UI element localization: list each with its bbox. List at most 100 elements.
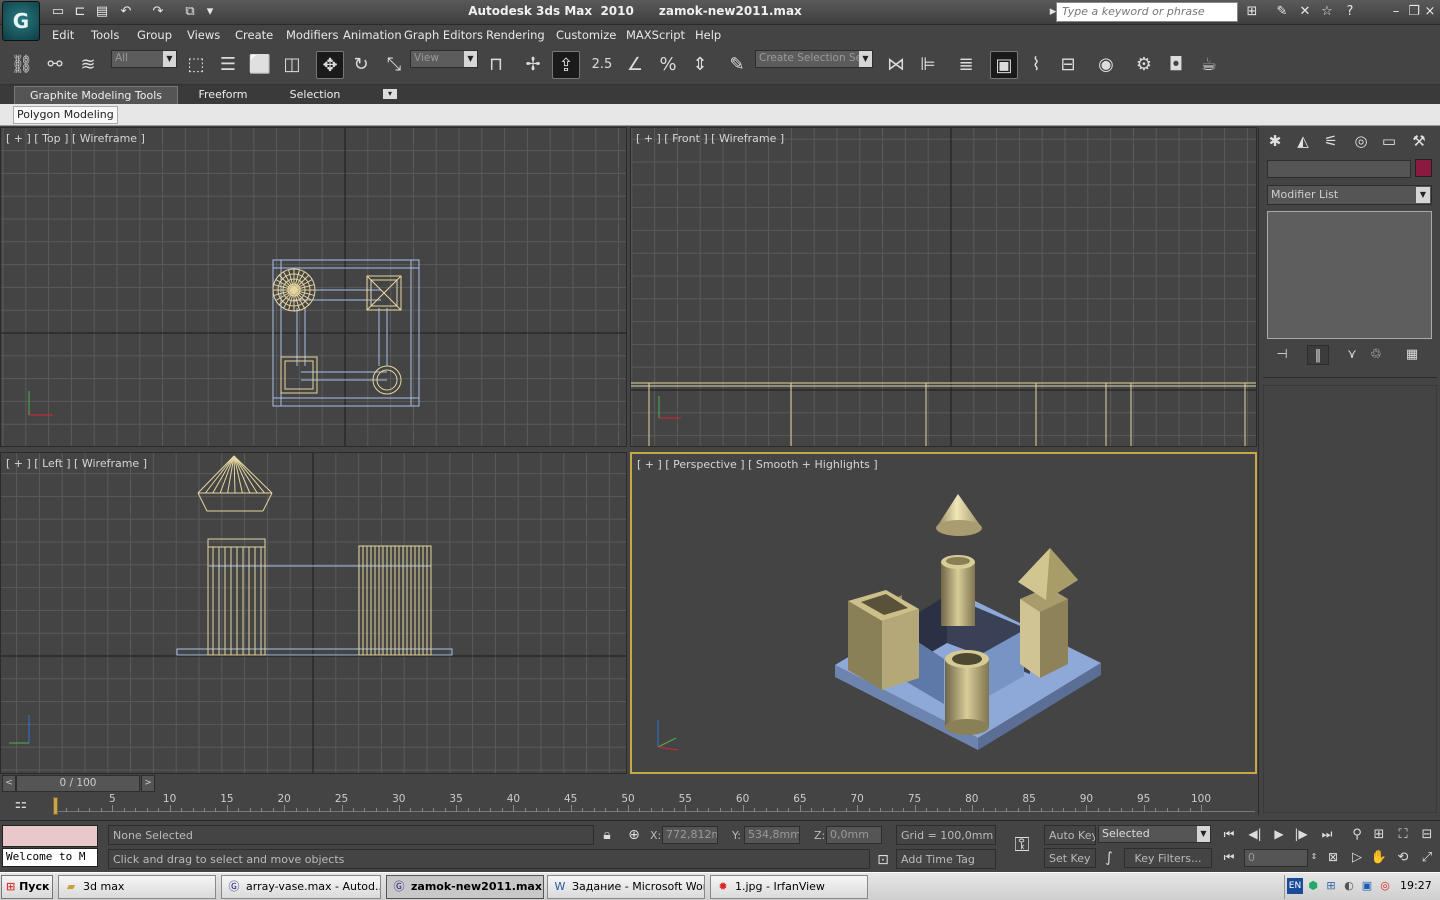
modifier-list-dropdown[interactable]: Modifier List ▼ [1267, 185, 1432, 205]
ribbon-options-icon[interactable]: ▾ [383, 89, 397, 99]
viewport-front[interactable]: [ + ] [ Front ] [ Wireframe ] [630, 127, 1257, 447]
menu-views[interactable]: Views [187, 28, 220, 42]
viewport-label-top[interactable]: [ + ] [ Top ] [ Wireframe ] [6, 132, 145, 145]
make-unique-icon[interactable]: ⋎ [1341, 345, 1363, 365]
zoom-extents-all-icon[interactable]: ⊟ [1416, 825, 1438, 845]
pin-stack-icon[interactable]: ⊣ [1271, 345, 1293, 365]
keyboard-shortcut-override-icon[interactable]: ⇪ [552, 51, 580, 79]
utilities-tab-icon[interactable]: ⚒ [1407, 130, 1431, 152]
snaps-toggle-icon[interactable]: 2.5 [588, 51, 616, 79]
tab-freeform[interactable]: Freeform [188, 86, 258, 104]
search-input[interactable]: Type a keyword or phrase [1056, 2, 1238, 22]
key-mode-toggle-icon[interactable]: ⏮ [1218, 848, 1240, 866]
motion-tab-icon[interactable]: ◎ [1349, 130, 1373, 152]
binoculars-icon[interactable]: ⊞ [1242, 3, 1262, 21]
pan-view-icon[interactable]: ✋ [1368, 848, 1390, 868]
graphite-ribbon-toggle-icon[interactable]: ▣ [990, 51, 1018, 79]
task-microsoft-word[interactable]: W Задание - Microsoft Word [547, 875, 705, 899]
zoom-all-icon[interactable]: ⊞ [1368, 825, 1390, 845]
viewport-label-left[interactable]: [ + ] [ Left ] [ Wireframe ] [6, 457, 147, 470]
x-coordinate-field[interactable]: 772,812mm [662, 826, 718, 844]
menu-graph-editors[interactable]: Graph Editors [404, 28, 483, 42]
task-zamok-new2011[interactable]: Ⓖzamok-new2011.max... [386, 875, 544, 899]
next-frame-icon[interactable]: > [141, 775, 155, 792]
schematic-view-icon[interactable]: ⊟ [1054, 51, 1082, 79]
modify-tab-icon[interactable]: ◭ [1291, 130, 1315, 152]
redo-icon[interactable]: ↷ [148, 3, 168, 21]
create-tab-icon[interactable]: ✱ [1263, 130, 1287, 152]
select-and-manipulate-icon[interactable]: ✢ [519, 51, 547, 79]
orbit-icon[interactable]: ⟲ [1392, 848, 1414, 868]
maxscript-listener-output[interactable]: Welcome to M [2, 848, 98, 867]
viewport-left[interactable]: [ + ] [ Left ] [ Wireframe ] [0, 452, 627, 774]
favorites-star-icon[interactable]: ☆ [1317, 3, 1337, 21]
reference-coordinate-dropdown[interactable]: View ▼ [410, 50, 478, 68]
zoom-icon[interactable]: ⚲ [1346, 825, 1368, 845]
viewport-label-perspective[interactable]: [ + ] [ Perspective ] [ Smooth + Highlig… [637, 458, 878, 471]
task-3d-max-folder[interactable]: ▰ 3d max [58, 875, 216, 899]
previous-frame-icon[interactable]: < [2, 775, 16, 792]
align-icon[interactable]: ⊫ [914, 51, 942, 79]
current-frame-field[interactable]: 0 [1244, 849, 1308, 867]
time-slider-thumb[interactable]: 0 / 100 [16, 775, 140, 792]
z-coordinate-field[interactable]: 0,0mm [826, 826, 882, 844]
save-icon[interactable]: ▤ [92, 3, 112, 21]
default-tangent-icon[interactable]: ∫ [1100, 849, 1118, 867]
help-icon[interactable]: ? [1340, 3, 1360, 21]
language-indicator[interactable]: EN [1287, 878, 1303, 894]
task-array-vase[interactable]: Ⓖarray-vase.max - Autod... [221, 875, 381, 899]
maximize-viewport-icon[interactable]: ⤢ [1416, 848, 1438, 868]
field-of-view-icon[interactable]: ▷ [1346, 848, 1368, 868]
render-setup-icon[interactable]: ⚙ [1130, 51, 1158, 79]
maxscript-listener-input[interactable] [2, 825, 98, 847]
pivot-center-icon[interactable]: ⊓ [482, 51, 510, 79]
viewport-perspective[interactable]: [ + ] [ Perspective ] [ Smooth + Highlig… [630, 452, 1257, 774]
viewport-label-front[interactable]: [ + ] [ Front ] [ Wireframe ] [636, 132, 784, 145]
minimize-icon[interactable]: – [1386, 3, 1406, 21]
previous-key-icon[interactable]: ◀| [1244, 825, 1266, 843]
security-icon[interactable]: ▣ [1359, 878, 1375, 894]
angle-snap-icon[interactable]: ∠ [621, 51, 649, 79]
window-crossing-icon[interactable]: ◫ [278, 51, 306, 79]
display-tab-icon[interactable]: ▭ [1377, 130, 1401, 152]
viewport-top[interactable]: [ + ] [ Top ] [ Wireframe ] [0, 127, 627, 447]
menu-tools[interactable]: Tools [91, 28, 119, 42]
menu-modifiers[interactable]: Modifiers [286, 28, 339, 42]
select-object-icon[interactable]: ⬚ [182, 51, 210, 79]
show-end-result-icon[interactable]: ‖ [1307, 345, 1329, 365]
tools-icon[interactable]: ✎ [1272, 3, 1292, 21]
play-icon[interactable]: ▶ [1268, 825, 1290, 843]
auto-key-button[interactable]: Auto Key [1044, 825, 1096, 845]
object-name-field[interactable] [1267, 160, 1411, 178]
spinner-snap-icon[interactable]: ⇕ [686, 51, 714, 79]
key-mode-dropdown[interactable]: Selected ▼ [1098, 825, 1211, 843]
select-and-move-icon[interactable]: ✥ [316, 51, 344, 79]
track-bar[interactable]: ⚏ 5 10 15 20 25 30 35 40 45 50 55 60 65 70 75 80 85 90 95 1… [0, 793, 1258, 820]
next-key-icon[interactable]: |▶ [1290, 825, 1312, 843]
add-time-tag-button[interactable]: Add Time Tag [896, 849, 996, 869]
menu-animation[interactable]: Animation [343, 28, 402, 42]
tray-app-icon[interactable]: ⬢ [1305, 878, 1321, 894]
start-button[interactable]: ⊞ Пуск [1, 875, 53, 899]
frame-spinner-icon[interactable]: ⇕ [1308, 848, 1320, 866]
menu-customize[interactable]: Customize [556, 28, 616, 42]
project-folder-icon[interactable]: ⧉ [180, 3, 200, 21]
configure-modifier-sets-icon[interactable]: ▦ [1401, 345, 1423, 365]
unlink-icon[interactable]: ⚯ [41, 51, 69, 79]
opera-icon[interactable]: ◎ [1377, 878, 1393, 894]
time-tag-icon[interactable]: ⊡ [874, 851, 892, 869]
object-color-swatch[interactable] [1415, 159, 1432, 177]
tab-selection[interactable]: Selection [280, 86, 350, 104]
set-key-button[interactable]: Set Key [1044, 848, 1096, 868]
menu-help[interactable]: Help [695, 28, 721, 42]
remove-modifier-icon[interactable]: ♲ [1365, 345, 1387, 365]
menu-rendering[interactable]: Rendering [486, 28, 545, 42]
select-and-scale-icon[interactable]: ⤡ [380, 51, 408, 79]
tab-graphite-modeling-tools[interactable]: Graphite Modeling Tools [14, 86, 178, 104]
selection-lock-icon[interactable]: 🔒︎ [598, 826, 616, 844]
go-to-end-icon[interactable]: ⏭ [1316, 825, 1338, 843]
application-button[interactable]: G [2, 1, 40, 41]
select-by-name-icon[interactable]: ☰ [214, 51, 242, 79]
curve-editor-icon[interactable]: ⌇ [1022, 51, 1050, 79]
edit-named-selection-icon[interactable]: ✎ [723, 51, 751, 79]
